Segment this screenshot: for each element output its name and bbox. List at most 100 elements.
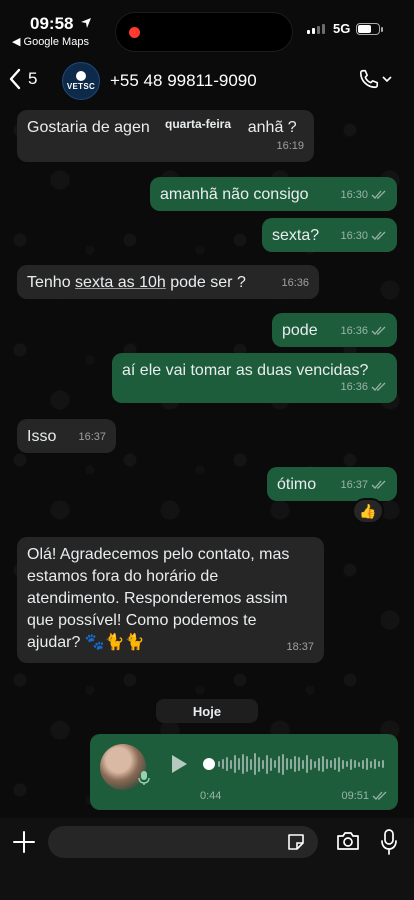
double-check-icon <box>371 326 386 335</box>
message-date-link[interactable]: sexta as 10h <box>75 274 166 291</box>
avatar-logo-text: VETSC <box>66 82 96 91</box>
chevron-down-icon <box>382 76 392 83</box>
waveform-bar <box>370 760 372 768</box>
waveform-bar <box>230 759 232 769</box>
status-bar: 09:58 ◀ Google Maps 5G <box>0 0 414 56</box>
message-input[interactable] <box>48 826 318 858</box>
status-time: 09:58 <box>30 14 74 33</box>
waveform-bar <box>322 756 324 772</box>
message-text-tail: pode ser ? <box>165 274 246 291</box>
waveform-bar <box>318 757 320 771</box>
waveform-bar <box>326 759 328 769</box>
message-outgoing[interactable]: ótimo 16:37 <box>267 467 397 501</box>
double-check-icon <box>371 480 386 489</box>
waveform-bar <box>354 760 356 768</box>
contact-avatar[interactable]: VETSC <box>62 62 100 100</box>
voice-message[interactable]: 0:44 09:51 <box>90 734 398 810</box>
message-outgoing[interactable]: aí ele vai tomar as duas vencidas? 16:36 <box>112 353 397 403</box>
audio-waveform[interactable] <box>218 750 384 778</box>
waveform-bar <box>242 754 244 774</box>
message-outgoing[interactable]: sexta? 16:30 <box>262 218 397 252</box>
double-check-icon <box>371 382 386 391</box>
waveform-bar <box>310 758 312 770</box>
message-text: Olá! Agradecemos pelo contato, mas estam… <box>27 546 290 651</box>
sticker-icon[interactable] <box>286 832 306 852</box>
waveform-bar <box>218 761 220 767</box>
camera-icon[interactable] <box>336 830 360 852</box>
signal-strength-icon <box>307 24 325 34</box>
waveform-bar <box>282 753 284 775</box>
message-time: 16:36 <box>340 381 368 393</box>
waveform-bar <box>378 761 380 767</box>
voice-duration: 0:44 <box>200 790 222 802</box>
location-arrow-icon <box>81 18 91 28</box>
message-text: amanhã não consigo <box>160 186 309 203</box>
message-text: sexta? <box>272 227 320 244</box>
microphone-icon <box>138 771 150 785</box>
message-time: 16:30 <box>340 230 368 242</box>
message-text-tail: anhã ? <box>247 119 297 136</box>
message-incoming[interactable]: Olá! Agradecemos pelo contato, mas estam… <box>17 537 324 663</box>
call-button[interactable] <box>358 68 392 90</box>
back-button[interactable]: 5 <box>8 68 37 90</box>
message-time: 16:36 <box>281 277 309 289</box>
waveform-bar <box>290 759 292 769</box>
unread-count: 5 <box>28 69 38 88</box>
message-incoming[interactable]: Isso 16:37 <box>17 419 116 453</box>
waveform-bar <box>334 758 336 770</box>
chevron-left-icon <box>9 68 21 90</box>
message-text: Tenho <box>27 274 76 291</box>
waveform-bar <box>342 759 344 769</box>
thumbs-up-reaction[interactable]: 👍 <box>352 498 384 524</box>
message-composer <box>0 818 414 900</box>
waveform-bar <box>254 753 256 775</box>
waveform-bar <box>234 755 236 773</box>
waveform-bar <box>286 758 288 770</box>
message-outgoing[interactable]: amanhã não consigo 16:30 <box>150 177 397 211</box>
message-outgoing[interactable]: pode 16:36 <box>272 313 397 347</box>
waveform-bar <box>266 754 268 774</box>
waveform-bar <box>314 760 316 768</box>
message-time: 16:37 <box>340 479 368 491</box>
waveform-bar <box>262 759 264 769</box>
waveform-bar <box>382 760 384 768</box>
playback-scrubber[interactable] <box>203 758 215 770</box>
waveform-bar <box>222 759 224 769</box>
message-time: 09:51 <box>341 790 369 802</box>
double-check-icon <box>372 791 387 800</box>
plus-icon[interactable] <box>12 830 36 854</box>
sticky-date-label: quarta-feira <box>157 115 240 133</box>
microphone-icon[interactable] <box>380 829 398 855</box>
play-icon[interactable] <box>170 754 188 774</box>
waveform-bar <box>226 757 228 771</box>
message-time: 16:19 <box>276 140 304 152</box>
message-time: 18:37 <box>286 641 314 653</box>
message-incoming[interactable]: Tenho sexta as 10h pode ser ? 16:36 <box>17 265 319 299</box>
message-text: aí ele vai tomar as duas vencidas? <box>122 362 369 379</box>
waveform-bar <box>358 761 360 767</box>
message-time: 16:30 <box>340 189 368 201</box>
waveform-bar <box>246 756 248 772</box>
contact-name[interactable]: +55 48 99811-9090 <box>110 71 257 91</box>
waveform-bar <box>250 758 252 770</box>
message-text: Isso <box>27 428 57 445</box>
paw-logo-icon <box>76 71 86 81</box>
waveform-bar <box>302 759 304 769</box>
recording-dot-icon <box>129 27 140 38</box>
message-time: 16:36 <box>340 325 368 337</box>
battery-icon <box>356 23 383 35</box>
double-check-icon <box>371 190 386 199</box>
double-check-icon <box>371 231 386 240</box>
waveform-bar <box>294 756 296 772</box>
waveform-bar <box>374 759 376 769</box>
waveform-bar <box>366 758 368 770</box>
battery-fill <box>358 25 371 33</box>
waveform-bar <box>306 755 308 773</box>
back-to-app-link[interactable]: ◀ Google Maps <box>12 35 89 48</box>
waveform-bar <box>238 758 240 770</box>
waveform-bar <box>298 757 300 771</box>
waveform-bar <box>278 755 280 773</box>
waveform-bar <box>362 759 364 769</box>
waveform-bar <box>338 756 340 772</box>
waveform-bar <box>330 760 332 768</box>
